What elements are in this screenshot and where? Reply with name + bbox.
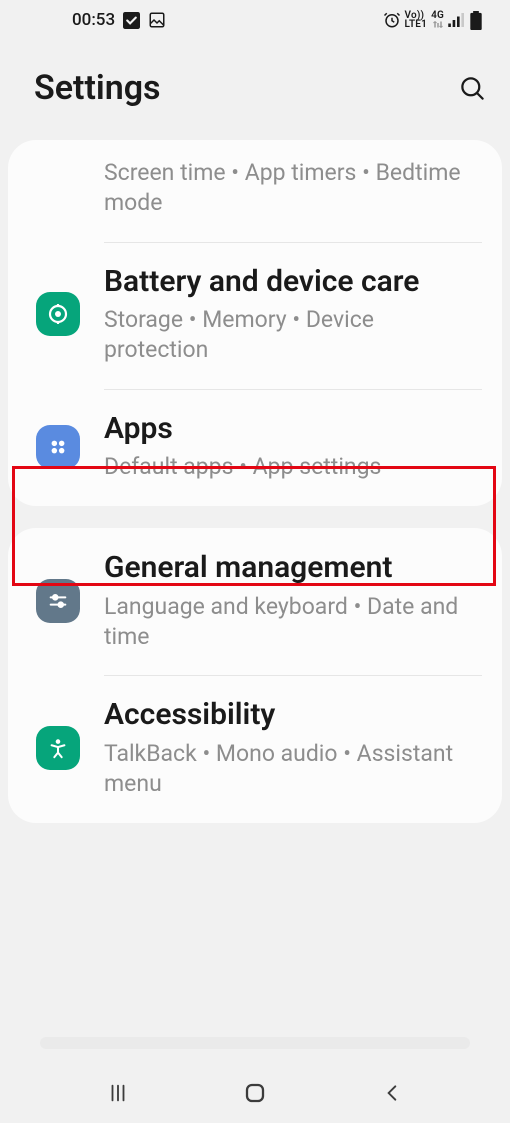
search-icon <box>459 75 486 102</box>
status-right: Vo)) LTE1 4G <box>383 11 482 30</box>
settings-row-accessibility[interactable]: Accessibility TalkBack • Mono audio • As… <box>8 675 502 822</box>
home-button[interactable] <box>241 1079 269 1107</box>
back-button[interactable] <box>378 1079 406 1107</box>
device-care-icon <box>46 302 70 326</box>
network-type-icon: Vo)) LTE1 <box>405 11 428 29</box>
row-title: Accessibility <box>104 697 478 732</box>
battery-icon <box>470 11 482 30</box>
alarm-icon <box>383 11 401 29</box>
back-icon <box>382 1082 402 1104</box>
home-icon <box>243 1081 267 1105</box>
apps-icon <box>47 436 69 458</box>
status-left: 00:53 <box>72 10 166 30</box>
checkbox-icon <box>123 12 140 29</box>
network-gen-label: 4G <box>431 11 444 20</box>
recents-button[interactable] <box>104 1079 132 1107</box>
status-time: 00:53 <box>72 10 115 30</box>
settings-group-1: Screen time • App timers • Bedtime mode … <box>8 140 502 506</box>
accessibility-icon <box>47 737 69 759</box>
settings-row-battery-device-care[interactable]: Battery and device care Storage • Memory… <box>8 242 502 389</box>
signal-icon <box>448 13 466 27</box>
image-icon <box>148 11 166 29</box>
row-subtitle: Default apps • App settings <box>104 452 478 482</box>
network-generation: 4G <box>431 11 444 29</box>
settings-row-general-management[interactable]: General management Language and keyboard… <box>8 528 502 675</box>
row-subtitle: TalkBack • Mono audio • Assistant menu <box>104 739 478 799</box>
row-subtitle: Storage • Memory • Device protection <box>104 305 478 365</box>
settings-row-digital-wellbeing-partial[interactable]: Screen time • App timers • Bedtime mode <box>8 140 502 242</box>
row-title: Apps <box>104 411 478 446</box>
search-button[interactable] <box>458 74 486 102</box>
volte-label-bottom: LTE1 <box>405 20 428 29</box>
status-bar: 00:53 Vo)) LTE1 4G <box>0 0 510 40</box>
row-title: General management <box>104 550 478 585</box>
row-subtitle: Language and keyboard • Date and time <box>104 592 478 652</box>
settings-row-apps[interactable]: Apps Default apps • App settings <box>8 389 502 506</box>
row-title: Battery and device care <box>104 264 478 299</box>
sliders-icon <box>47 590 69 612</box>
row-subtitle: Screen time • App timers • Bedtime mode <box>104 158 478 218</box>
page-title: Settings <box>34 68 161 108</box>
scroll-indicator <box>40 1037 470 1049</box>
navigation-bar <box>0 1063 510 1123</box>
settings-group-2: General management Language and keyboard… <box>8 528 502 822</box>
recents-icon <box>107 1082 129 1104</box>
app-header: Settings <box>0 40 510 140</box>
